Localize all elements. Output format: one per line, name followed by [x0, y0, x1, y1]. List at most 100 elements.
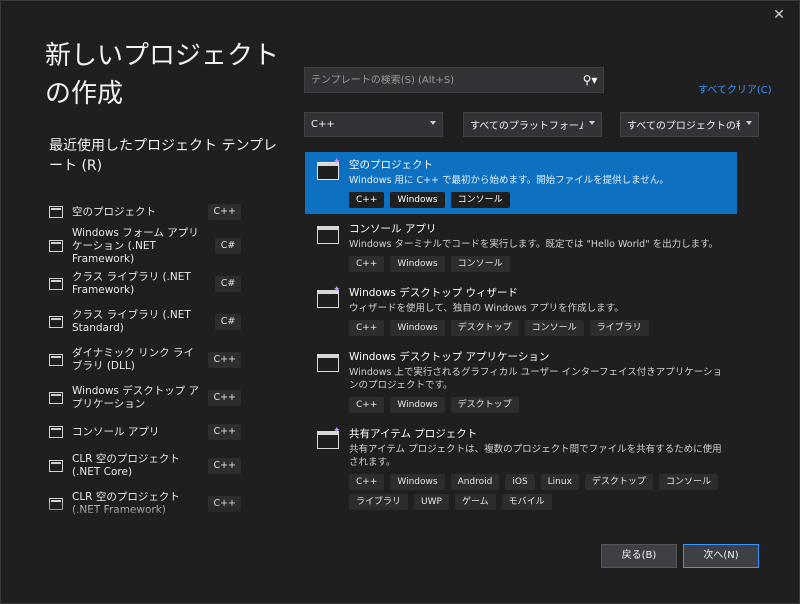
- template-description: 共有アイテム プロジェクトは、複数のプロジェクト間でファイルを共有するために使用…: [349, 444, 722, 468]
- language-badge: C#: [215, 276, 241, 292]
- tag: C++: [349, 192, 385, 208]
- tag: コンソール: [658, 474, 718, 490]
- template-tags: C++ Windows コンソール: [349, 192, 731, 208]
- template-list: ✦ 空のプロジェクト Windows 用に C++ で最初から始めます。開始ファ…: [305, 152, 739, 522]
- recent-item-windows-forms[interactable]: Windows フォーム アプリケーション (.NET Framework) C…: [45, 227, 241, 265]
- dll-icon: [49, 354, 63, 366]
- template-search[interactable]: ⚲▾: [304, 67, 604, 93]
- language-badge: C#: [215, 314, 241, 330]
- template-empty-project[interactable]: ✦ 空のプロジェクト Windows 用に C++ で最初から始めます。開始ファ…: [305, 152, 737, 214]
- tag: デスクトップ: [450, 320, 519, 336]
- recent-item-label: Windows デスクトップ アプリケーション: [72, 385, 200, 410]
- clear-all-link[interactable]: すべてクリア(C): [698, 81, 772, 96]
- language-filter[interactable]: C++: [304, 112, 443, 137]
- sparkle-icon: ✦: [333, 426, 341, 436]
- recent-item-label: コンソール アプリ: [72, 425, 160, 438]
- language-badge: C++: [208, 390, 241, 406]
- template-console-app[interactable]: コンソール アプリ Windows ターミナルでコードを実行します。既定では "…: [305, 216, 737, 278]
- template-title: 空のプロジェクト: [349, 159, 433, 171]
- project-type-filter[interactable]: すべてのプロジェクトの種類...: [620, 112, 759, 137]
- new-project-dialog: ✕ 新しいプロジェクトの作成 最近使用したプロジェクト テンプレート (R) 空…: [0, 0, 800, 604]
- template-tags: C++ Windows デスクトップ コンソール ライブラリ: [349, 320, 731, 336]
- language-badge: C++: [208, 352, 241, 368]
- tag: Windows: [390, 397, 445, 413]
- tag: C++: [349, 474, 385, 490]
- template-title: コンソール アプリ: [349, 223, 437, 235]
- template-title: Windows デスクトップ アプリケーション: [349, 351, 550, 363]
- recent-item-label: クラス ライブラリ (.NET Standard): [72, 309, 191, 334]
- recent-item-dll[interactable]: ダイナミック リンク ライブラリ (DLL) C++: [45, 341, 241, 379]
- recent-item-label: CLR 空のプロジェクト (.NET Core): [72, 453, 180, 478]
- recent-item-label: ダイナミック リンク ライブラリ (DLL): [72, 347, 194, 372]
- sparkle-icon: ✦: [333, 285, 341, 295]
- template-description: Windows 上で実行されるグラフィカル ユーザー インターフェイス付きアプリ…: [349, 367, 723, 391]
- template-tags: C++ Windows コンソール: [349, 256, 731, 272]
- page-title: 新しいプロジェクトの作成: [45, 41, 280, 109]
- platform-filter[interactable]: すべてのプラットフォーム(P): [463, 112, 602, 137]
- template-shared-items[interactable]: ✦ 共有アイテム プロジェクト 共有アイテム プロジェクトは、複数のプロジェクト…: [305, 421, 737, 516]
- recent-item-desktop-app[interactable]: Windows デスクトップ アプリケーション C++: [45, 379, 241, 417]
- project-template-icon: [49, 206, 63, 218]
- back-button[interactable]: 戻る(B): [601, 544, 677, 568]
- tag: ライブラリ: [589, 320, 649, 336]
- console-icon: [317, 226, 339, 244]
- tag: コンソール: [450, 192, 510, 208]
- template-description: Windows ターミナルでコードを実行します。既定では "Hello Worl…: [349, 239, 719, 250]
- class-library-icon: [49, 278, 63, 290]
- recent-item-clr-core[interactable]: CLR 空のプロジェクト (.NET Core) C++: [45, 447, 241, 485]
- tag: コンソール: [524, 320, 584, 336]
- tag: Windows: [390, 192, 445, 208]
- language-filter-value: C++: [311, 119, 335, 130]
- language-badge: C#: [215, 238, 241, 254]
- recent-item-class-library-framework[interactable]: クラス ライブラリ (.NET Framework) C#: [45, 265, 241, 303]
- recent-item-label: Windows フォーム アプリケーション (.NET Framework): [72, 226, 199, 265]
- tag: デスクトップ: [450, 397, 519, 413]
- tag: C++: [349, 397, 385, 413]
- next-button[interactable]: 次へ(N): [683, 544, 759, 568]
- template-description: Windows 用に C++ で最初から始めます。開始ファイルを提供しません。: [349, 175, 669, 186]
- template-tags: C++ Windows Android iOS Linux デスクトップ コンソ…: [349, 474, 731, 510]
- close-icon[interactable]: ✕: [771, 7, 787, 23]
- tag: iOS: [505, 474, 535, 490]
- tag: Android: [450, 474, 500, 490]
- recent-item-empty-project[interactable]: 空のプロジェクト C++: [45, 197, 241, 227]
- list-fade: [305, 506, 739, 524]
- tag: Windows: [390, 256, 445, 272]
- search-icon[interactable]: ⚲▾: [577, 73, 603, 87]
- project-type-filter-value: すべてのプロジェクトの種類...: [627, 121, 740, 132]
- template-tags: C++ Windows デスクトップ: [349, 397, 731, 413]
- template-desktop-wizard[interactable]: ✦ Windows デスクトップ ウィザード ウィザードを使用して、独自の Wi…: [305, 280, 737, 342]
- search-input[interactable]: [305, 74, 577, 86]
- console-icon: [49, 426, 63, 438]
- project-template-icon: [49, 460, 63, 472]
- chevron-down-icon: [589, 121, 595, 125]
- recent-item-label: クラス ライブラリ (.NET Framework): [72, 271, 191, 296]
- recent-templates-heading: 最近使用したプロジェクト テンプレート (R): [49, 138, 278, 174]
- template-title: 共有アイテム プロジェクト: [349, 428, 478, 440]
- recent-templates-list: 空のプロジェクト C++ Windows フォーム アプリケーション (.NET…: [45, 197, 241, 523]
- platform-filter-value: すべてのプラットフォーム(P): [470, 121, 583, 132]
- list-fade: [45, 501, 241, 525]
- tag: Windows: [390, 474, 445, 490]
- recent-item-label: 空のプロジェクト: [72, 205, 156, 218]
- sparkle-icon: ✦: [333, 157, 341, 167]
- tag: コンソール: [450, 256, 510, 272]
- class-library-icon: [49, 316, 63, 328]
- chevron-down-icon: [430, 121, 436, 125]
- recent-item-class-library-standard[interactable]: クラス ライブラリ (.NET Standard) C#: [45, 303, 241, 341]
- template-title: Windows デスクトップ ウィザード: [349, 287, 519, 299]
- template-description: ウィザードを使用して、独自の Windows アプリを作成します。: [349, 303, 624, 314]
- language-badge: C++: [208, 204, 241, 220]
- desktop-app-icon: [317, 354, 339, 372]
- template-desktop-app[interactable]: Windows デスクトップ アプリケーション Windows 上で実行されるグ…: [305, 344, 737, 419]
- tag: Windows: [390, 320, 445, 336]
- language-badge: C++: [208, 424, 241, 440]
- chevron-down-icon: [746, 121, 752, 125]
- tag: C++: [349, 256, 385, 272]
- tag: デスクトップ: [584, 474, 653, 490]
- tag: C++: [349, 320, 385, 336]
- desktop-app-icon: [49, 392, 63, 404]
- tag: Linux: [540, 474, 579, 490]
- language-badge: C++: [208, 458, 241, 474]
- recent-item-console-app[interactable]: コンソール アプリ C++: [45, 417, 241, 447]
